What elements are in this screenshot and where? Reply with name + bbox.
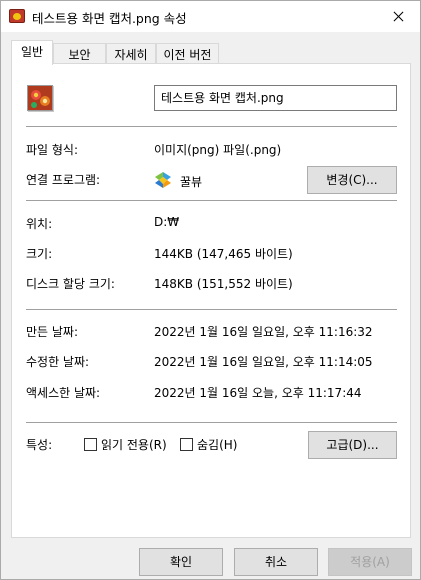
ok-button[interactable]: 확인 xyxy=(139,548,223,576)
size-label: 크기: xyxy=(26,247,53,261)
opens-with-app: 꿀뷰 xyxy=(180,175,203,189)
divider xyxy=(26,422,397,423)
modified-value: 2022년 1월 16일 일요일, 오후 11:14:05 xyxy=(154,355,373,369)
hidden-label[interactable]: 숨김(H) xyxy=(197,436,237,453)
file-type-label: 파일 형식: xyxy=(26,143,79,157)
general-tab-panel: 테스트용 화면 캡처.png 파일 형식: 이미지(png) 파일(.png) … xyxy=(11,63,411,538)
readonly-checkbox[interactable] xyxy=(84,438,97,451)
image-file-icon xyxy=(9,9,25,23)
accessed-label: 액세스한 날짜: xyxy=(26,386,101,400)
location-value: D:₩ xyxy=(154,215,180,229)
cancel-button[interactable]: 취소 xyxy=(234,548,318,576)
created-value: 2022년 1월 16일 일요일, 오후 11:16:32 xyxy=(154,325,373,339)
attributes-label: 특성: xyxy=(26,438,53,452)
window-title: 테스트용 화면 캡처.png 속성 xyxy=(32,11,187,26)
close-icon[interactable] xyxy=(374,1,420,32)
file-name-input[interactable]: 테스트용 화면 캡처.png xyxy=(154,85,397,111)
created-label: 만든 날짜: xyxy=(26,325,79,339)
divider xyxy=(26,309,397,310)
title-bar: 테스트용 화면 캡처.png 속성 xyxy=(1,1,420,32)
size-on-disk-value: 148KB (151,552 바이트) xyxy=(154,277,293,291)
file-type-value: 이미지(png) 파일(.png) xyxy=(154,143,282,157)
size-value: 144KB (147,465 바이트) xyxy=(154,247,293,261)
hidden-checkbox[interactable] xyxy=(180,438,193,451)
advanced-button[interactable]: 고급(D)... xyxy=(308,431,397,459)
honeyview-icon xyxy=(154,171,172,189)
image-file-icon xyxy=(27,85,53,111)
size-on-disk-label: 디스크 할당 크기: xyxy=(26,277,115,291)
accessed-value: 2022년 1월 16일 오늘, 오후 11:17:44 xyxy=(154,386,362,400)
modified-label: 수정한 날짜: xyxy=(26,355,90,369)
divider xyxy=(26,200,397,201)
tab-previous-versions[interactable]: 이전 버전 xyxy=(156,43,219,64)
change-button[interactable]: 변경(C)... xyxy=(307,166,397,194)
readonly-label[interactable]: 읽기 전용(R) xyxy=(101,436,167,453)
opens-with-label: 연결 프로그램: xyxy=(26,173,101,187)
properties-dialog: 테스트용 화면 캡처.png 속성 일반 보안 자세히 이전 버전 테스트용 화… xyxy=(0,0,421,580)
divider xyxy=(26,126,397,127)
location-label: 위치: xyxy=(26,217,53,231)
tab-details[interactable]: 자세히 xyxy=(106,43,156,64)
apply-button[interactable]: 적용(A) xyxy=(328,548,412,576)
tab-security[interactable]: 보안 xyxy=(53,43,106,64)
tab-general[interactable]: 일반 xyxy=(11,40,53,65)
